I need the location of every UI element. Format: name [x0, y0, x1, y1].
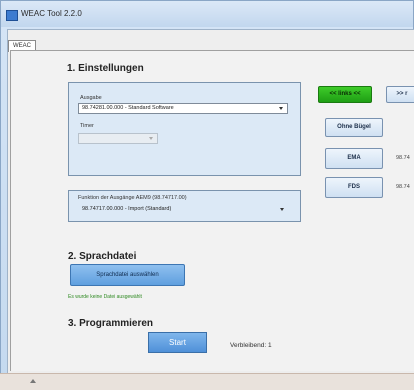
- remaining-value: 1: [267, 342, 272, 349]
- timer-select[interactable]: [78, 133, 158, 144]
- timer-label: Timer: [80, 123, 94, 129]
- remaining-label: Verbleibend:: [230, 342, 267, 349]
- status-bar: [0, 373, 414, 390]
- funktion-label: Funktion der Ausgänge AEM9 (98.74717.00): [78, 195, 187, 201]
- links-button[interactable]: << links <<: [318, 86, 372, 103]
- section-title-einstellungen: 1. Einstellungen: [67, 63, 144, 74]
- fds-button[interactable]: FDS: [325, 177, 383, 198]
- section-title-programmieren: 3. Programmieren: [68, 318, 154, 329]
- ema-value: 98.74: [396, 155, 410, 161]
- funktion-value: 98.74717.00.000 - Import (Standard): [82, 206, 172, 212]
- resize-grip-icon[interactable]: [30, 379, 36, 383]
- dropdown-arrow-icon: [149, 137, 153, 140]
- sprachdatei-status: Es wurde keine Datei ausgewählt: [68, 294, 142, 300]
- app-icon: [6, 10, 18, 21]
- funktion-select[interactable]: 98.74717.00.000 - Import (Standard): [78, 204, 293, 215]
- sprachdatei-auswaehlen-button[interactable]: Sprachdatei auswählen: [70, 264, 185, 286]
- ausgabe-select[interactable]: 98.74281.00.000 - Standard Software: [78, 103, 288, 114]
- title-bar: WEAC Tool 2.2.0: [1, 1, 413, 27]
- ema-button[interactable]: EMA: [325, 148, 383, 169]
- ohne-bugel-button[interactable]: Ohne Bügel: [325, 118, 383, 137]
- ausgabe-panel: Ausgabe 98.74281.00.000 - Standard Softw…: [68, 82, 301, 176]
- fds-value: 98.74: [396, 184, 410, 190]
- funktion-panel: Funktion der Ausgänge AEM9 (98.74717.00)…: [68, 190, 301, 222]
- window-title: WEAC Tool 2.2.0: [21, 9, 82, 18]
- start-button[interactable]: Start: [148, 332, 207, 353]
- ausgabe-value: 98.74281.00.000 - Standard Software: [82, 105, 174, 111]
- dropdown-arrow-icon: [280, 208, 284, 211]
- dropdown-arrow-icon: [279, 107, 283, 110]
- ausgabe-label: Ausgabe: [80, 95, 102, 101]
- remaining-counter: Verbleibend: 1: [230, 342, 272, 349]
- rechts-button[interactable]: >> r: [386, 86, 414, 103]
- section-title-sprachdatei: 2. Sprachdatei: [68, 251, 137, 262]
